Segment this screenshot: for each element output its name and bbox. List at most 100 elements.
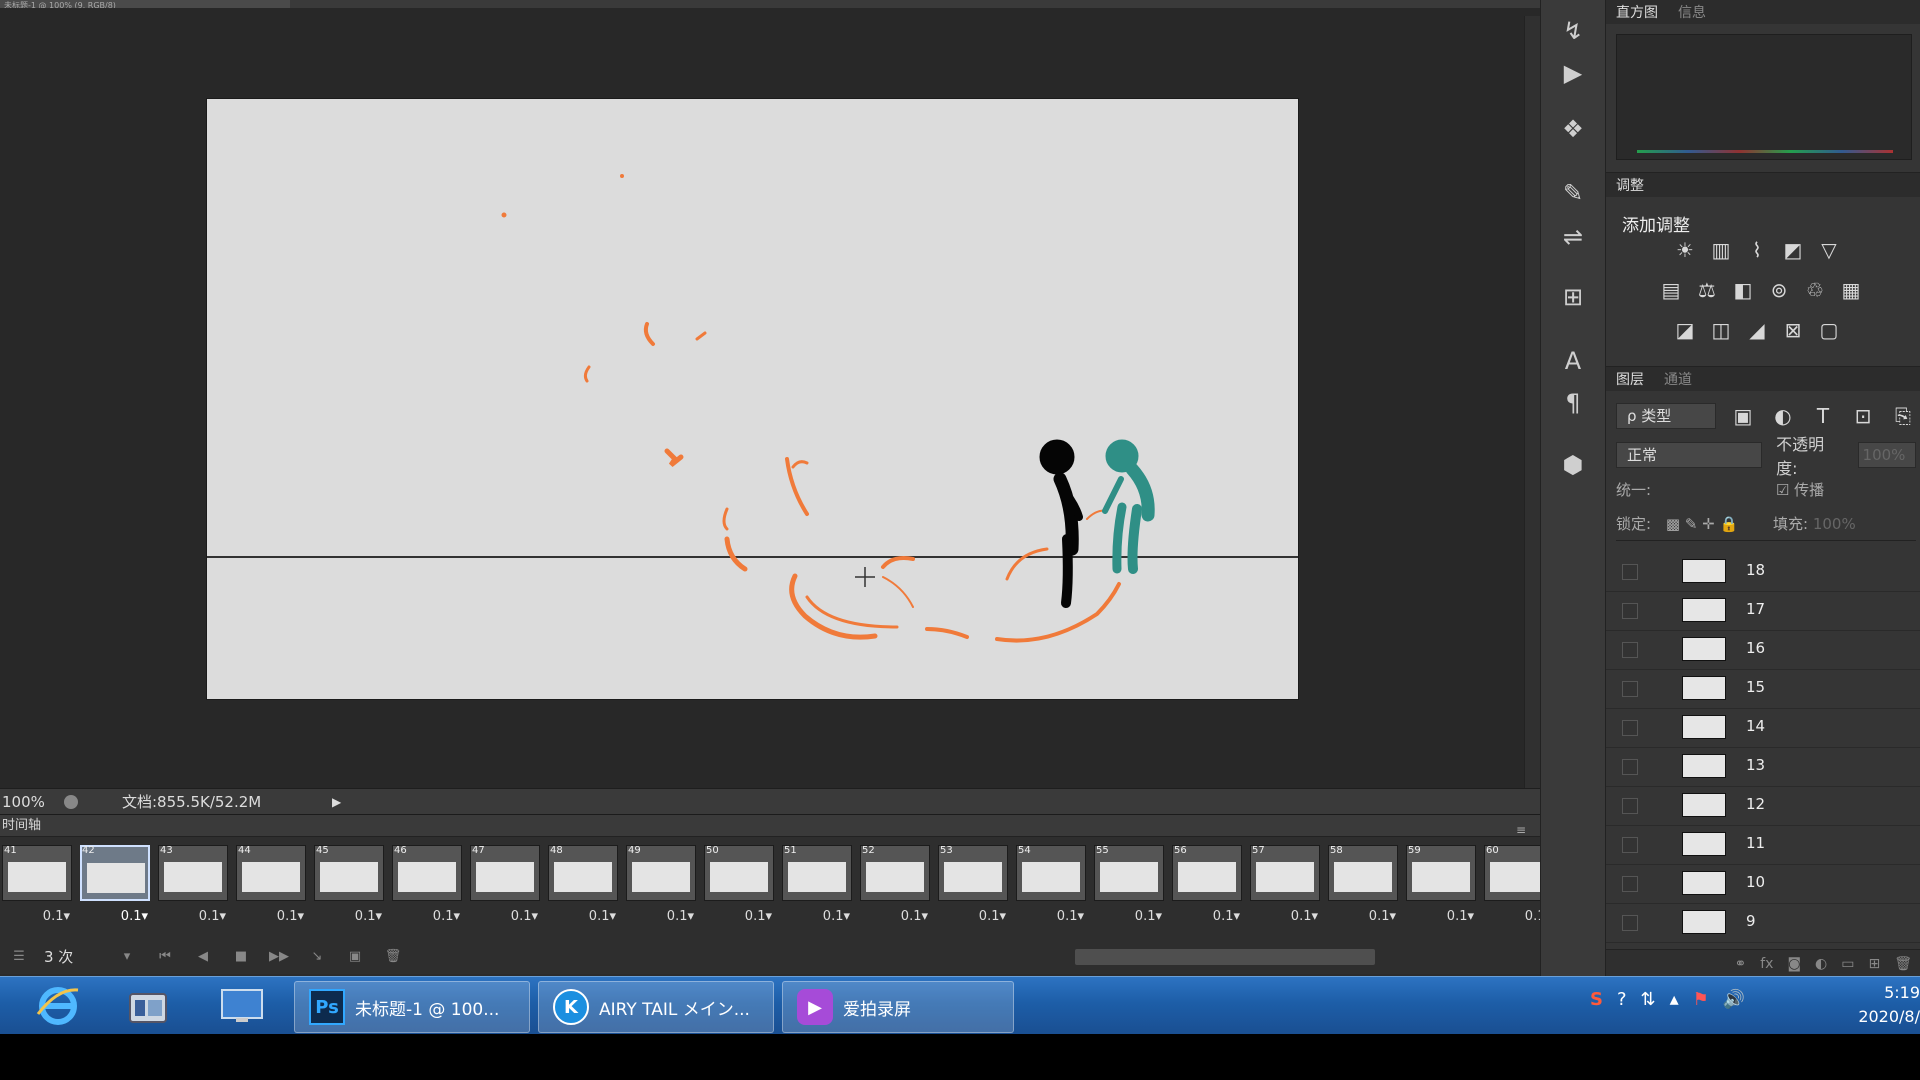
layer-row[interactable]: 14 (1606, 709, 1920, 748)
document-tab[interactable]: 未标题-1 @ 100% (9, RGB/8) (0, 0, 290, 8)
layer-name[interactable]: 17 (1746, 600, 1765, 618)
frame-delay[interactable]: 0.1▾ (234, 909, 308, 924)
file-explorer-icon[interactable] (118, 983, 178, 1029)
layer-visibility-toggle[interactable] (1622, 798, 1638, 814)
layer-name[interactable]: 18 (1746, 561, 1765, 579)
channel-mixer-icon[interactable]: ♲ (1802, 277, 1828, 303)
timeline-frame[interactable]: 56 0.1▾ (1170, 843, 1244, 929)
frame-delay[interactable]: 0.1▾ (546, 909, 620, 924)
actions-play-icon[interactable]: ▶ (1551, 56, 1595, 90)
frame-delay[interactable]: 0.1▾ (1404, 909, 1478, 924)
loop-options[interactable]: 3 次 (38, 946, 108, 967)
status-menu-arrow-icon[interactable]: ▶ (332, 795, 341, 809)
frame-delay[interactable]: 0.1▾ (1248, 909, 1322, 924)
panel-menu-icon[interactable]: ≡ (1516, 819, 1526, 841)
timeline-frame[interactable]: 52 0.1▾ (858, 843, 932, 929)
adjustments-sliders-icon[interactable]: ⇌ (1551, 220, 1595, 254)
filter-smart-icon[interactable]: ⎘ (1890, 403, 1916, 429)
tab-channels[interactable]: 通道 (1654, 369, 1702, 389)
layer-visibility-toggle[interactable] (1622, 876, 1638, 892)
layer-comps-icon[interactable]: ❖ (1551, 112, 1595, 146)
filter-shape-icon[interactable]: ⊡ (1850, 403, 1876, 429)
curves-icon[interactable]: ⌇ (1744, 237, 1770, 263)
selective-color-icon[interactable]: ▢ (1816, 317, 1842, 343)
filter-pixel-icon[interactable]: ▣ (1730, 403, 1756, 429)
layer-row[interactable]: 17 (1606, 592, 1920, 631)
layer-name[interactable]: 15 (1746, 678, 1765, 696)
layer-visibility-toggle[interactable] (1622, 603, 1638, 619)
canvas-area[interactable] (0, 8, 1540, 796)
layer-visibility-toggle[interactable] (1622, 915, 1638, 931)
show-desktop-icon[interactable] (212, 983, 272, 1029)
frame-delay[interactable]: 0.1▾ (1014, 909, 1088, 924)
frame-delay[interactable]: 0.1▾ (0, 909, 74, 924)
help-icon[interactable]: ? (1617, 989, 1627, 1010)
layer-name[interactable]: 12 (1746, 795, 1765, 813)
timeline-frame[interactable]: 57 0.1▾ (1248, 843, 1322, 929)
layer-name[interactable]: 10 (1746, 873, 1765, 891)
frame-delay[interactable]: 0.1▾ (156, 909, 230, 924)
taskbar-airy-button[interactable]: K AIRY TAIL メイン... (538, 981, 774, 1033)
threshold-icon[interactable]: ◢ (1744, 317, 1770, 343)
sogou-input-icon[interactable]: S (1590, 989, 1603, 1010)
delete-layer-icon[interactable]: 🗑 (1894, 956, 1912, 972)
layer-visibility-toggle[interactable] (1622, 642, 1638, 658)
3d-icon[interactable]: ⬢ (1551, 448, 1595, 482)
posterize-icon[interactable]: ◫ (1708, 317, 1734, 343)
lock-transparency-icon[interactable]: ▩ (1666, 515, 1680, 533)
prev-frame-icon[interactable]: ◀ (184, 949, 222, 964)
layer-visibility-toggle[interactable] (1622, 564, 1638, 580)
new-group-icon[interactable]: ▭ (1841, 956, 1854, 972)
timeline-frame[interactable]: 46 0.1▾ (390, 843, 464, 929)
frame-delay[interactable]: 0.1▾ (858, 909, 932, 924)
timeline-frame[interactable]: 45 0.1▾ (312, 843, 386, 929)
artboard[interactable] (207, 99, 1298, 699)
levels-icon[interactable]: ▥ (1708, 237, 1734, 263)
gradient-map-icon[interactable]: ⊠ (1780, 317, 1806, 343)
fx-icon[interactable]: fx (1760, 956, 1773, 972)
layer-visibility-toggle[interactable] (1622, 681, 1638, 697)
tab-info[interactable]: 信息 (1668, 2, 1716, 22)
history-icon[interactable]: ↯ (1551, 14, 1595, 48)
filter-type-icon[interactable]: T (1810, 403, 1836, 429)
play-icon[interactable]: ■ (222, 949, 260, 964)
lock-all-icon[interactable]: 🔒 (1720, 515, 1739, 533)
new-layer-icon[interactable]: ⊞ (1868, 956, 1880, 972)
layer-row[interactable]: 9 (1606, 904, 1920, 943)
layer-name[interactable]: 11 (1746, 834, 1765, 852)
internet-explorer-icon[interactable] (28, 983, 88, 1029)
tween-icon[interactable]: ↘ (298, 949, 336, 964)
add-mask-icon[interactable]: ◙ (1787, 956, 1801, 972)
lock-paint-icon[interactable]: ✎ (1685, 515, 1698, 533)
layer-name[interactable]: 9 (1746, 912, 1756, 930)
lock-move-icon[interactable]: ✛ (1702, 515, 1715, 533)
clone-source-icon[interactable]: ⊞ (1551, 280, 1595, 314)
timeline-frame[interactable]: 47 0.1▾ (468, 843, 542, 929)
layer-row[interactable]: 10 (1606, 865, 1920, 904)
layer-row[interactable]: 13 (1606, 748, 1920, 787)
frame-delay[interactable]: 0.1▾ (936, 909, 1010, 924)
timeline-frame[interactable]: 50 0.1▾ (702, 843, 776, 929)
layer-name[interactable]: 13 (1746, 756, 1765, 774)
brightness-icon[interactable]: ☀ (1672, 237, 1698, 263)
taskbar-recorder-button[interactable]: ▶ 爱拍录屏 (782, 981, 1014, 1033)
timeline-frame[interactable]: 55 0.1▾ (1092, 843, 1166, 929)
vibrance-icon[interactable]: ▽ (1816, 237, 1842, 263)
opacity-field[interactable]: 100% (1857, 442, 1916, 468)
zoom-level[interactable]: 100% (0, 793, 56, 811)
propagate-checkbox-icon[interactable]: ☑ (1776, 481, 1789, 499)
layer-name[interactable]: 16 (1746, 639, 1765, 657)
delete-frame-icon[interactable]: 🗑 (374, 949, 412, 964)
tab-histogram[interactable]: 直方图 (1606, 2, 1668, 22)
timeline-frame[interactable]: 41 0.1▾ (0, 843, 74, 929)
brush-presets-icon[interactable]: ✎ (1551, 176, 1595, 210)
frame-delay[interactable]: 0.1▾ (702, 909, 776, 924)
frame-delay[interactable]: 0.1▾ (1326, 909, 1400, 924)
security-icon[interactable]: ⚑ (1693, 989, 1709, 1010)
link-layers-icon[interactable]: ⚭ (1734, 956, 1746, 972)
timeline-frame[interactable]: 54 0.1▾ (1014, 843, 1088, 929)
layer-visibility-toggle[interactable] (1622, 720, 1638, 736)
frame-delay[interactable]: 0.1▾ (780, 909, 854, 924)
convert-timeline-icon[interactable]: ☰ (0, 949, 38, 964)
layer-row[interactable]: 15 (1606, 670, 1920, 709)
